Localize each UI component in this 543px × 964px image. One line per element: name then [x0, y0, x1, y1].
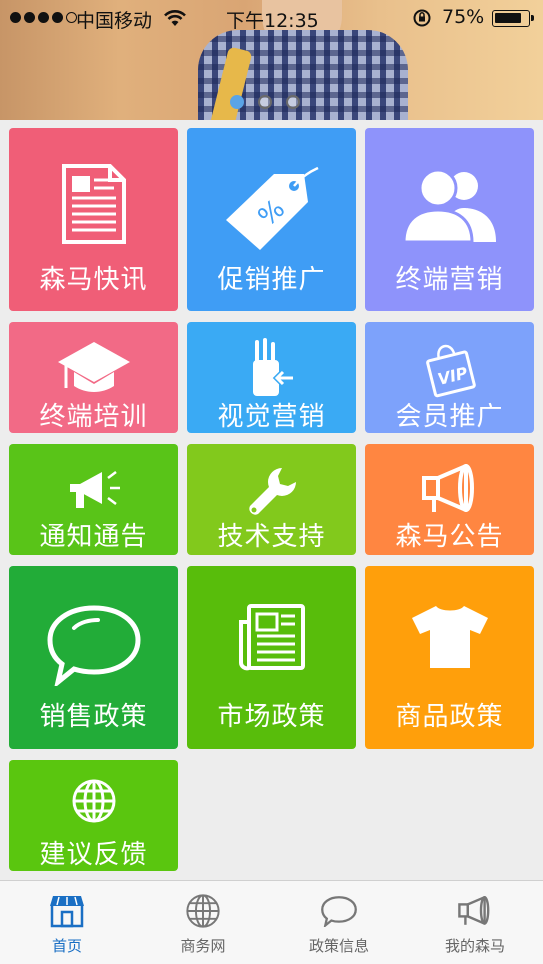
megaphone-icon [9, 464, 178, 514]
graduation-cap-icon [9, 338, 178, 394]
signal-strength-icon [10, 12, 77, 23]
price-tag-icon: % [187, 164, 356, 254]
globe-icon [183, 893, 223, 929]
chat-bubble-icon [9, 602, 178, 686]
carrier-name: 中国移动 [76, 10, 153, 32]
chat-bubble-icon [319, 893, 359, 929]
svg-text:VIP: VIP [435, 363, 469, 389]
t-shirt-icon [365, 602, 534, 672]
menu-tile[interactable]: 通知通告 [9, 444, 178, 555]
news-document-icon [9, 164, 178, 244]
tab-item-label: 政策信息 [308, 937, 369, 955]
menu-tile-label: 促销推广 [217, 265, 326, 295]
loudspeaker-icon [365, 464, 534, 514]
battery-icon [492, 10, 534, 27]
paint-brushes-icon [187, 338, 356, 398]
menu-tile-label: 市场政策 [217, 702, 326, 732]
menu-tile[interactable]: 销售政策 [9, 566, 178, 749]
globe-icon [9, 778, 178, 824]
wrench-icon [187, 464, 356, 520]
menu-tile-label: 终端培训 [39, 402, 148, 432]
menu-tile-label: 销售政策 [39, 702, 148, 732]
users-icon [365, 164, 534, 244]
rotation-lock-icon [413, 9, 431, 27]
carousel-dot[interactable] [230, 95, 244, 109]
battery-percent: 75% [442, 6, 485, 28]
store-icon [47, 893, 87, 929]
menu-tile[interactable]: 市场政策 [187, 566, 356, 749]
menu-tile[interactable]: 森马公告 [365, 444, 534, 555]
menu-tile-label: 视觉营销 [217, 402, 326, 432]
menu-tile-label: 建议反馈 [39, 840, 148, 870]
menu-tile[interactable]: 视觉营销 [187, 322, 356, 433]
tab-item[interactable]: 商务网 [135, 881, 271, 964]
menu-tile[interactable]: 终端培训 [9, 322, 178, 433]
menu-tile[interactable]: 森马快讯 [9, 128, 178, 311]
tab-item-label: 我的森马 [444, 937, 505, 955]
tab-item[interactable]: 政策信息 [271, 881, 407, 964]
carousel-page-indicator[interactable] [230, 95, 300, 109]
tab-item[interactable]: 我的森马 [407, 881, 543, 964]
menu-tile-label: 会员推广 [395, 402, 504, 432]
menu-tile-label: 通知通告 [39, 522, 148, 552]
menu-tile[interactable]: 终端营销 [365, 128, 534, 311]
loudspeaker-icon [455, 893, 495, 929]
menu-tile-label: 森马公告 [395, 522, 504, 552]
tab-item[interactable]: 首页 [0, 881, 135, 964]
clock: 下午12:35 [226, 10, 319, 32]
banner-carousel[interactable]: 中国移动 下午12:35 75% [0, 0, 543, 120]
vip-card-icon: VIP [365, 338, 534, 398]
tab-item-label: 商务网 [180, 937, 226, 955]
menu-tile-label: 技术支持 [217, 522, 326, 552]
status-bar: 中国移动 下午12:35 75% [0, 0, 543, 36]
wifi-icon [164, 10, 186, 26]
menu-tile-label: 终端营销 [395, 265, 504, 295]
tab-item-label: 首页 [51, 937, 82, 955]
menu-tile[interactable]: 商品政策 [365, 566, 534, 749]
menu-tile-label: 商品政策 [395, 702, 504, 732]
menu-tile[interactable]: % 促销推广 [187, 128, 356, 311]
menu-tile[interactable]: 技术支持 [187, 444, 356, 555]
carousel-dot[interactable] [258, 95, 272, 109]
tab-bar: 首页 商务网 政策信息 我的森马 [0, 880, 543, 964]
menu-tile[interactable]: 建议反馈 [9, 760, 178, 871]
carousel-dot[interactable] [286, 95, 300, 109]
newspaper-icon [187, 602, 356, 672]
menu-tile[interactable]: VIP 会员推广 [365, 322, 534, 433]
menu-tile-label: 森马快讯 [39, 265, 148, 295]
